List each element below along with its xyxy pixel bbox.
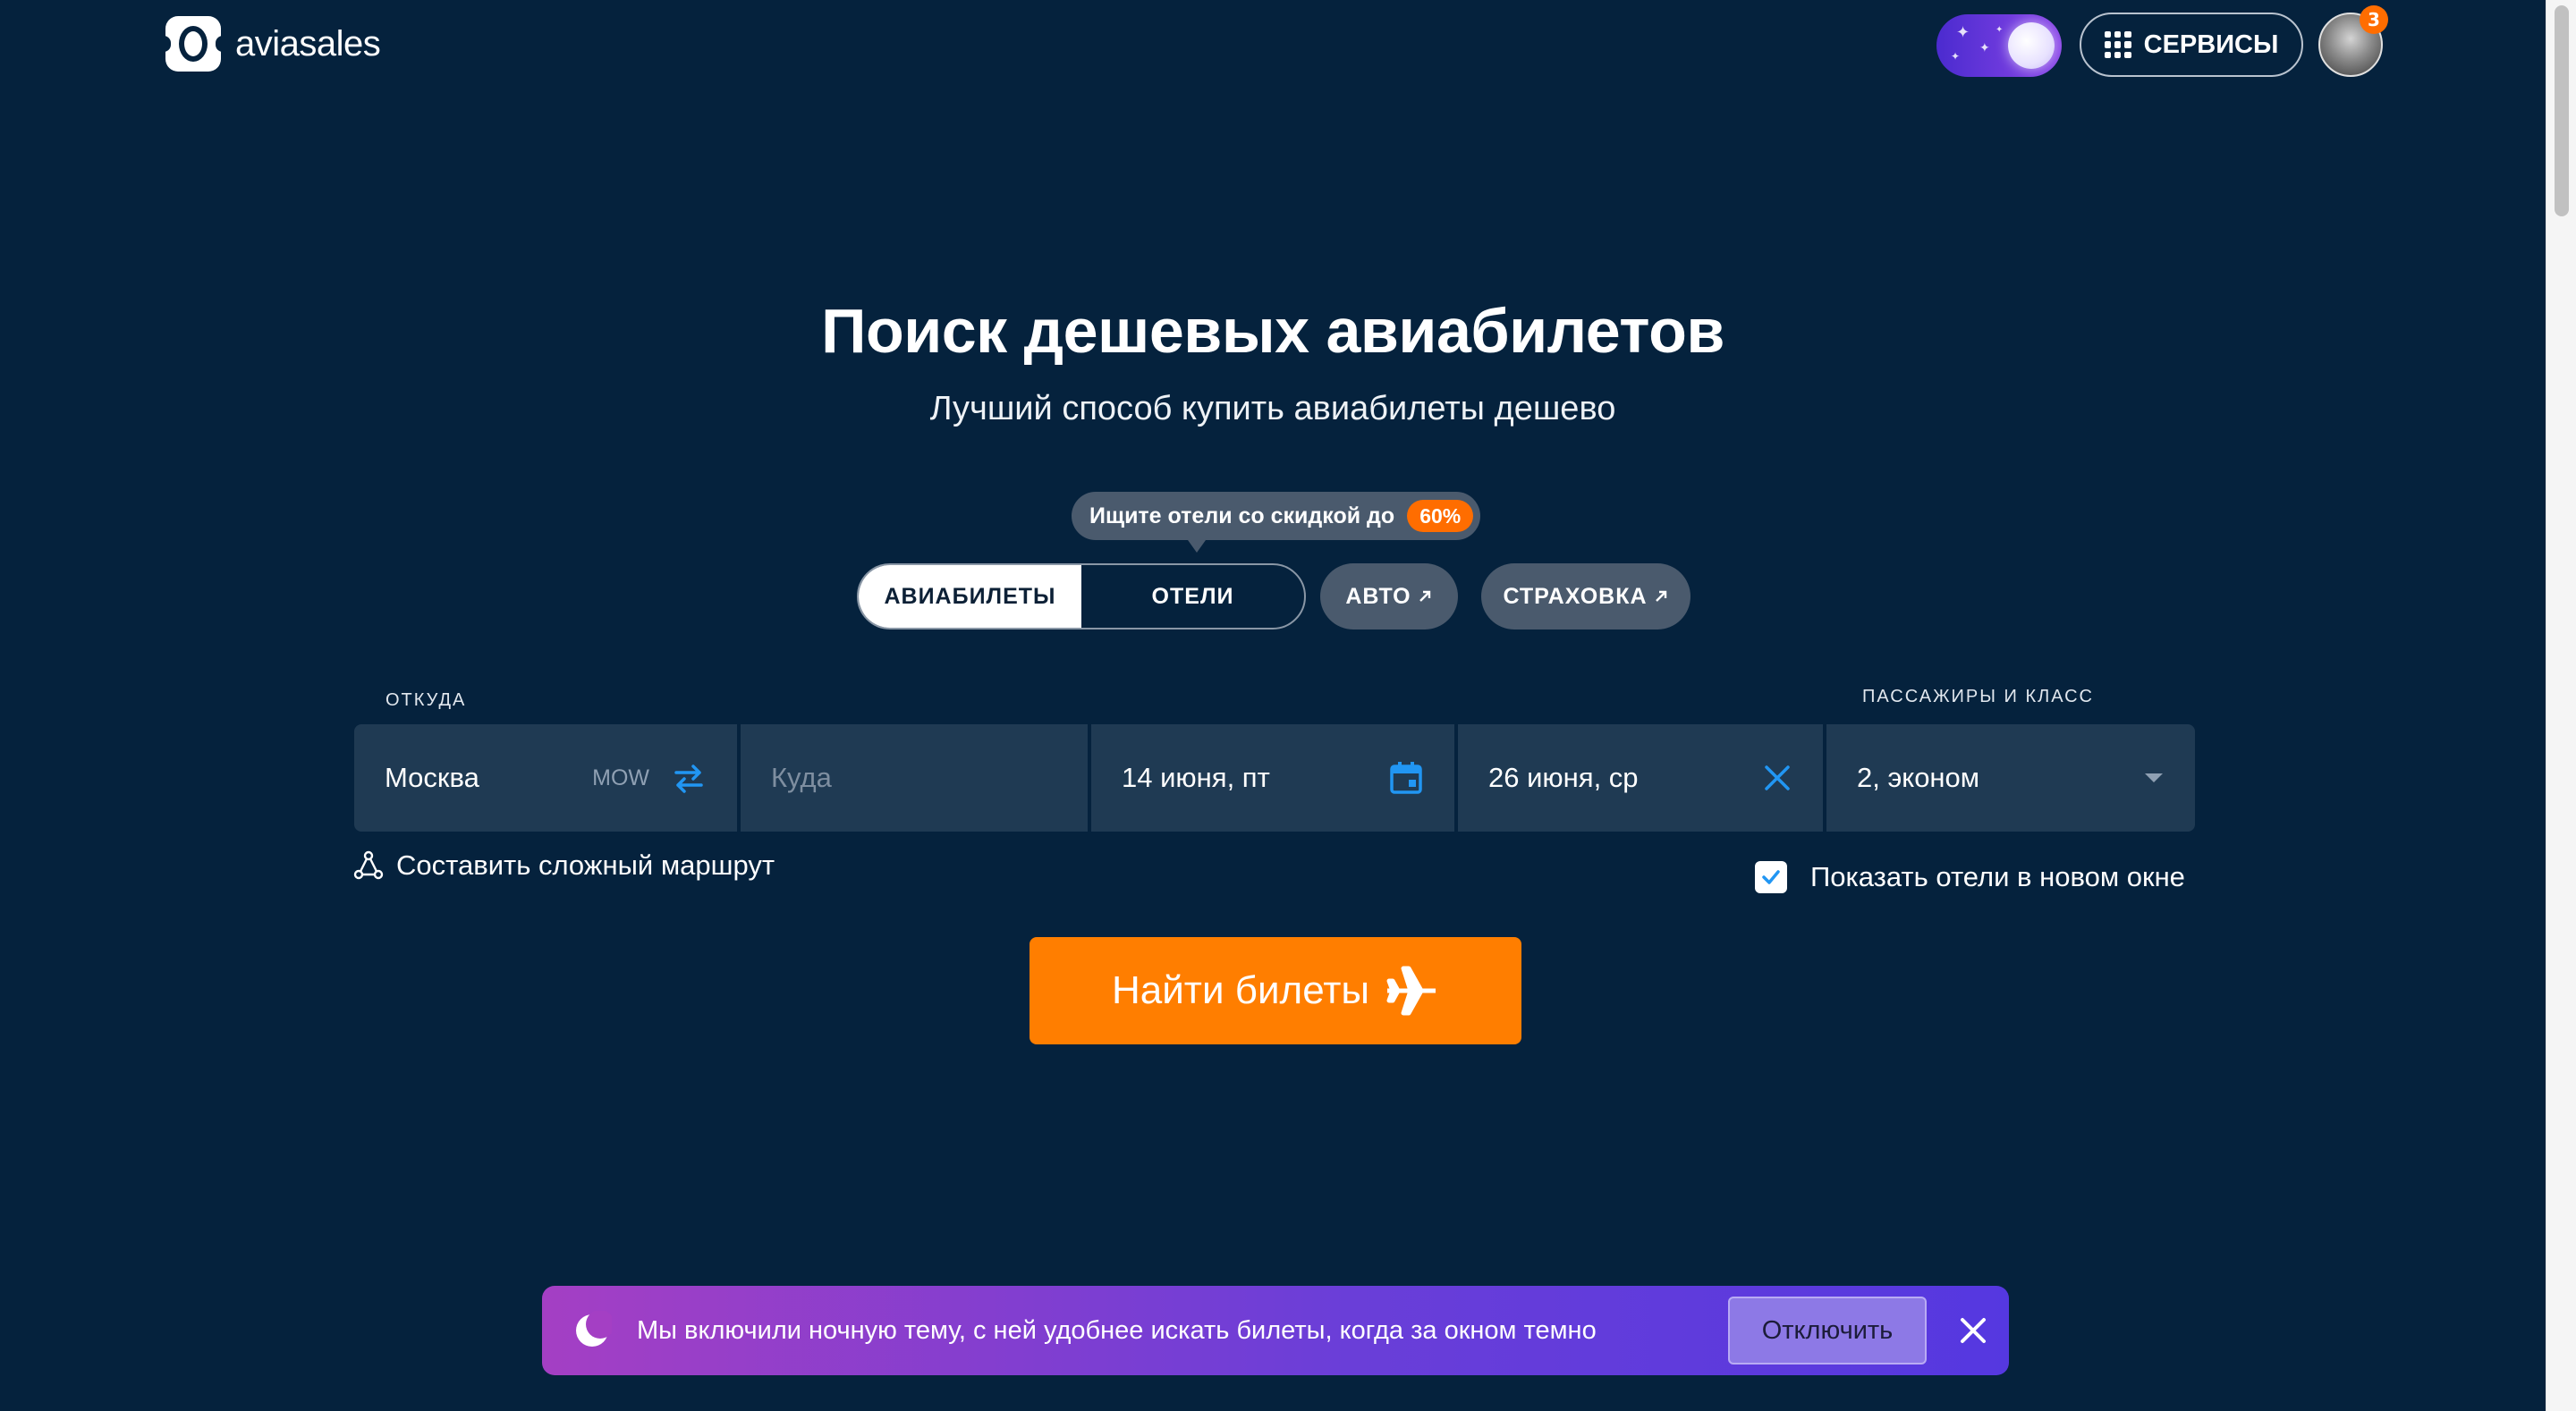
origin-code: MOW	[592, 765, 649, 790]
page-subtitle: Лучший способ купить авиабилеты дешево	[929, 390, 1616, 427]
origin-value: Москва	[385, 762, 479, 793]
product-tabs: АВИАБИЛЕТЫ ОТЕЛИ	[857, 563, 1306, 629]
star-icon: ✦	[1951, 50, 1961, 63]
external-arrow-icon	[1419, 590, 1430, 602]
depart-date-value: 14 июня, пт	[1122, 762, 1270, 793]
star-icon: ✦	[1979, 41, 1990, 55]
check-icon	[1762, 870, 1780, 884]
origin-field[interactable]: Москва MOW	[354, 724, 737, 832]
calendar-icon[interactable]	[1388, 760, 1424, 796]
night-theme-banner: Мы включили ночную тему, с ней удобнее и…	[542, 1286, 2009, 1375]
star-icon: ✦	[1996, 25, 2004, 35]
logo-text: aviasales	[235, 23, 381, 63]
return-date-value: 26 июня, ср	[1488, 762, 1639, 793]
hotels-new-window-checkbox[interactable]	[1755, 861, 1787, 893]
passengers-field[interactable]: 2, эконом	[1826, 724, 2195, 832]
services-button[interactable]: СЕРВИСЫ	[2080, 13, 2303, 77]
close-icon	[1961, 1318, 1986, 1343]
page-scrollbar[interactable]	[2546, 0, 2576, 1411]
night-theme-message: Мы включили ночную тему, с ней удобнее и…	[637, 1315, 1597, 1345]
search-tickets-button[interactable]: Найти билеты	[1030, 937, 1521, 1044]
hotels-new-window-label: Показать отели в новом окне	[1810, 861, 2185, 892]
moon-icon	[572, 1310, 614, 1350]
tab-hotels[interactable]: ОТЕЛИ	[1081, 565, 1304, 628]
swap-icon[interactable]	[671, 760, 707, 796]
services-label: СЕРВИСЫ	[2143, 30, 2279, 59]
moon-knob-icon	[2008, 22, 2055, 69]
discount-badge: 60%	[1407, 500, 1474, 532]
depart-date-field[interactable]: 14 июня, пт	[1091, 724, 1454, 832]
scrollbar-thumb[interactable]	[2555, 5, 2569, 216]
tab-auto[interactable]: АВТО	[1320, 563, 1458, 629]
from-label: ОТКУДА	[386, 690, 467, 710]
notification-badge: 3	[2360, 5, 2388, 34]
chevron-down-icon	[2145, 773, 2163, 782]
hotel-promo-tooltip: Ищите отели со скидкой до 60%	[1072, 492, 1481, 553]
logo[interactable]: aviasales	[162, 16, 381, 72]
return-date-field[interactable]: 26 июня, ср	[1458, 724, 1823, 832]
page-title: Поиск дешевых авиабилетов	[821, 296, 1724, 366]
disable-night-theme-button[interactable]: Отключить	[1728, 1297, 1927, 1365]
night-theme-toggle[interactable]: ✦ ✦ ✦ ✦	[1936, 14, 2062, 77]
complex-route-link[interactable]: Составить сложный маршрут	[353, 849, 775, 882]
external-arrow-icon	[1655, 590, 1666, 602]
hotels-new-window-option[interactable]: Показать отели в новом окне	[1755, 861, 2185, 893]
destination-field[interactable]: Куда	[741, 724, 1088, 832]
tab-insurance-label: СТРАХОВКА	[1503, 583, 1648, 609]
airplane-icon	[1386, 966, 1436, 1016]
clear-date-icon[interactable]	[1762, 763, 1792, 793]
grid-icon	[2104, 31, 2131, 58]
tab-flights[interactable]: АВИАБИЛЕТЫ	[859, 565, 1081, 628]
star-icon: ✦	[1956, 23, 1970, 42]
promo-text: Ищите отели со скидкой до	[1089, 503, 1395, 528]
search-tickets-label: Найти билеты	[1111, 968, 1370, 1012]
route-icon	[353, 850, 384, 880]
passengers-label: ПАССАЖИРЫ И КЛАСС	[1862, 687, 2094, 706]
aviasales-logo-icon	[162, 16, 225, 72]
complex-route-label: Составить сложный маршрут	[396, 849, 775, 881]
destination-placeholder: Куда	[771, 762, 832, 793]
passengers-value: 2, эконом	[1857, 762, 1980, 793]
close-banner-button[interactable]	[1953, 1311, 1993, 1350]
tab-insurance[interactable]: СТРАХОВКА	[1481, 563, 1690, 629]
tab-auto-label: АВТО	[1345, 583, 1411, 609]
